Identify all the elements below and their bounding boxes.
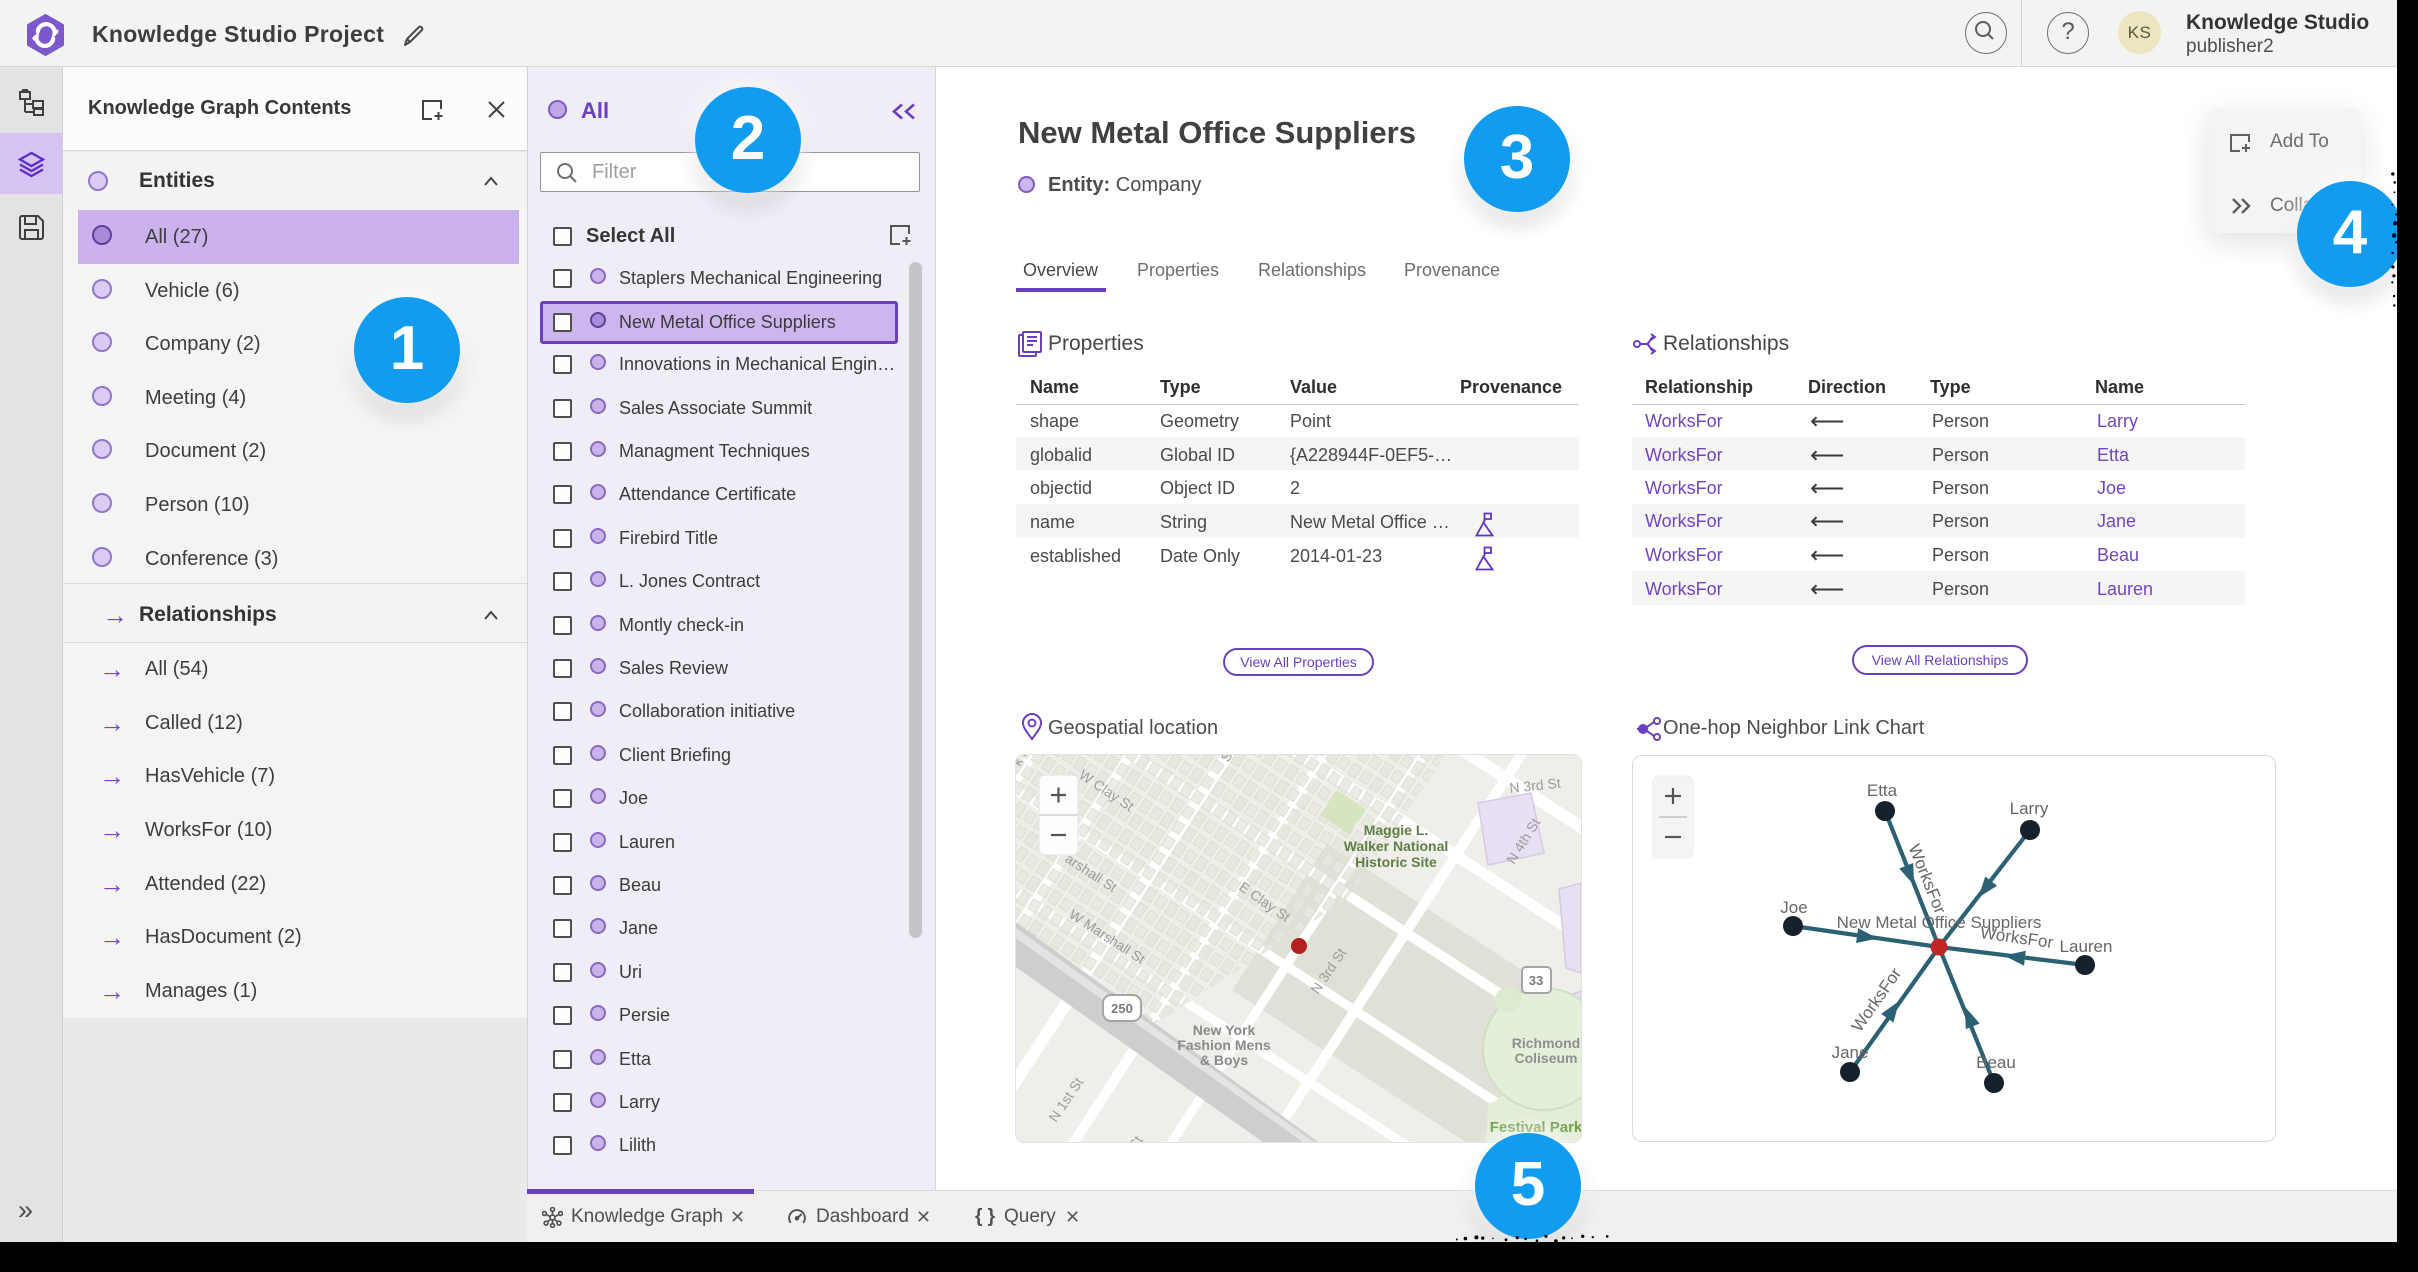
svg-text:New York: New York <box>1193 1022 1256 1038</box>
svg-text:Fashion Mens: Fashion Mens <box>1177 1037 1271 1053</box>
svg-text:WorksFor: WorksFor <box>1979 923 2055 952</box>
svg-text:250: 250 <box>1111 1001 1133 1016</box>
svg-text:Larry: Larry <box>2010 799 2049 818</box>
svg-text:Richmond: Richmond <box>1512 1035 1580 1051</box>
svg-text:& Boys: & Boys <box>1200 1052 1248 1068</box>
svg-text:WorksFor: WorksFor <box>1848 964 1906 1035</box>
svg-text:Jane: Jane <box>1832 1043 1869 1062</box>
svg-text:Maggie L.: Maggie L. <box>1364 822 1429 838</box>
svg-text:Beau: Beau <box>1976 1053 2016 1072</box>
svg-text:33: 33 <box>1529 973 1543 988</box>
svg-text:Etta: Etta <box>1867 781 1898 800</box>
svg-text:Lauren: Lauren <box>2060 937 2113 956</box>
svg-text:Coliseum: Coliseum <box>1514 1050 1577 1066</box>
svg-text:Walker National: Walker National <box>1344 838 1449 854</box>
svg-text:Joe: Joe <box>1780 898 1807 917</box>
svg-text:Historic Site: Historic Site <box>1355 854 1437 870</box>
